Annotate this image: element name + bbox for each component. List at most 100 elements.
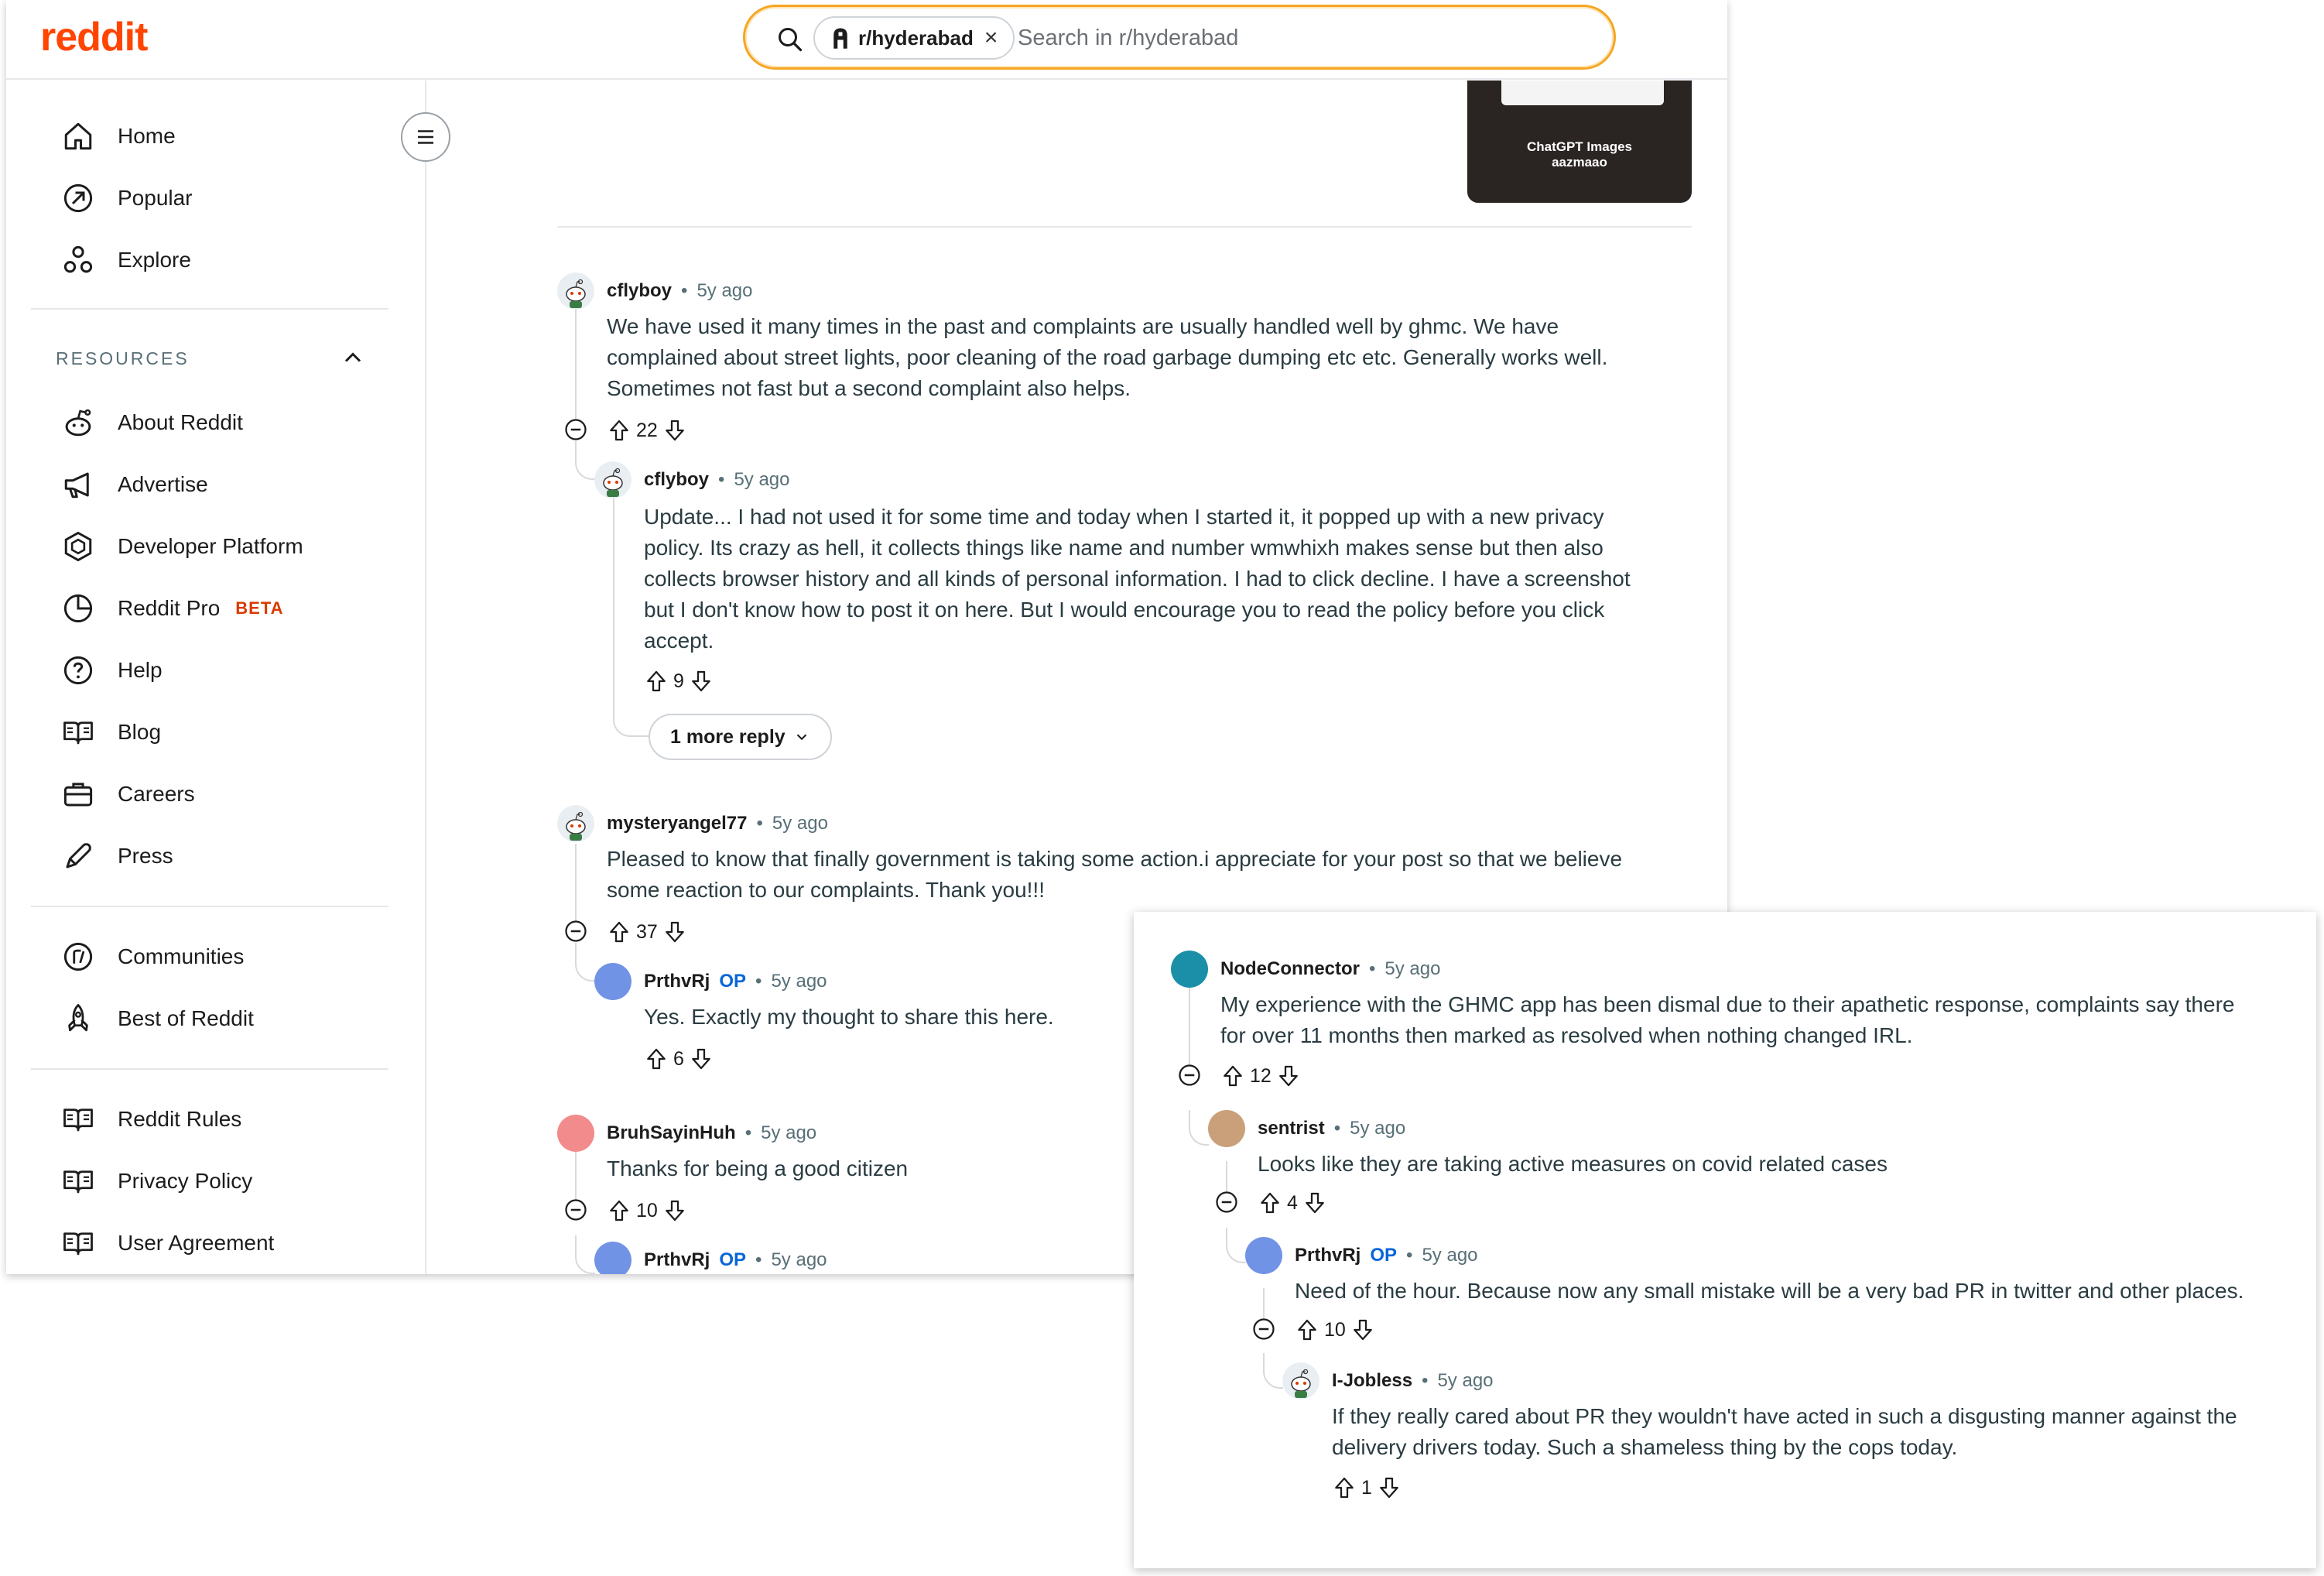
sidebar-item-advertise[interactable]: Advertise — [62, 461, 208, 508]
search-bar[interactable]: r/hyderabad × Search in r/hyderabad — [743, 5, 1616, 70]
op-badge: OP — [719, 1249, 747, 1270]
downvote-icon[interactable] — [662, 920, 687, 944]
downvote-icon[interactable] — [689, 1047, 714, 1071]
username[interactable]: cflyboy — [644, 469, 709, 491]
user-avatar[interactable] — [1171, 951, 1208, 988]
user-avatar[interactable] — [557, 272, 594, 310]
upvote-icon[interactable] — [607, 1198, 631, 1223]
sidebar-item-label: Home — [118, 124, 176, 148]
sidebar-item-about-reddit[interactable]: About Reddit — [62, 399, 243, 446]
sidebar-item-communities[interactable]: Communities — [62, 934, 244, 980]
comment-age[interactable]: 5y ago — [1437, 1370, 1493, 1392]
sidebar-item-home[interactable]: Home — [62, 113, 176, 159]
collapse-thread-icon[interactable] — [1178, 1064, 1201, 1087]
thread-elbow — [1263, 1353, 1283, 1389]
post-image-thumbnail[interactable]: ChatGPT Images aazmaao — [1467, 81, 1692, 203]
collapse-thread-icon[interactable] — [564, 920, 587, 943]
sidebar-item-user-agreement[interactable]: User Agreement — [62, 1220, 274, 1266]
sidebar-item-label: Best of Reddit — [118, 1006, 254, 1030]
sidebar-item-reddit-pro[interactable]: Reddit Pro BETA — [62, 585, 284, 632]
username[interactable]: PrthvRj — [1295, 1245, 1361, 1266]
comment-header: cflyboy • 5y ago — [607, 280, 753, 302]
sidebar-item-reddit-rules[interactable]: Reddit Rules — [62, 1096, 241, 1143]
comment-line: policy. Its crazy as hell, it collects t… — [644, 536, 1604, 560]
user-avatar[interactable] — [594, 963, 631, 1000]
comment-line: Thanks for being a good citizen — [607, 1156, 909, 1180]
sidebar-item-help[interactable]: Help — [62, 647, 163, 694]
username[interactable]: mysteryangel77 — [607, 813, 747, 834]
sidebar-item-careers[interactable]: Careers — [62, 771, 195, 817]
pen-icon — [66, 843, 91, 869]
comment-age[interactable]: 5y ago — [1350, 1118, 1405, 1139]
vote-bar: 12 — [1220, 1062, 1301, 1090]
more-replies-button[interactable]: 1 more reply — [649, 714, 832, 760]
reddit-logo[interactable]: reddit — [40, 14, 148, 60]
comment-age[interactable]: 5y ago — [772, 813, 828, 834]
sidebar-item-popular[interactable]: Popular — [62, 175, 193, 221]
meta-separator: • — [1369, 958, 1376, 979]
downvote-icon[interactable] — [1276, 1064, 1301, 1088]
downvote-icon[interactable] — [1302, 1191, 1327, 1215]
downvote-icon[interactable] — [1377, 1475, 1402, 1500]
sidebar-item-label: User Agreement — [118, 1231, 275, 1255]
upvote-icon[interactable] — [1258, 1191, 1282, 1215]
upvote-icon[interactable] — [607, 920, 631, 944]
sidebar-item-press[interactable]: Press — [62, 833, 173, 879]
comment-header: PrthvRj OP • 5y ago — [1295, 1245, 1478, 1266]
comment-age[interactable]: 5y ago — [771, 971, 827, 992]
collapse-sidebar-button[interactable] — [401, 112, 450, 162]
upvote-icon[interactable] — [1295, 1317, 1319, 1342]
comment-age[interactable]: 5y ago — [734, 469, 789, 491]
comment-body: Update... I had not used it for some tim… — [644, 502, 1631, 656]
comment-age[interactable]: 5y ago — [1422, 1245, 1477, 1266]
comment-age[interactable]: 5y ago — [697, 280, 752, 302]
user-avatar[interactable] — [1245, 1237, 1282, 1274]
subreddit-chip-label: r/hyderabad — [858, 26, 974, 50]
downvote-icon[interactable] — [662, 1198, 687, 1223]
sidebar-item-best-of-reddit[interactable]: Best of Reddit — [62, 995, 254, 1042]
user-avatar[interactable] — [594, 461, 631, 498]
clear-chip-icon[interactable]: × — [984, 25, 998, 51]
comment-age[interactable]: 5y ago — [771, 1249, 827, 1271]
downvote-icon[interactable] — [1350, 1317, 1375, 1342]
username[interactable]: I-Jobless — [1332, 1370, 1412, 1392]
meta-separator: • — [718, 469, 725, 490]
sidebar-item-developer-platform[interactable]: Developer Platform — [62, 523, 303, 570]
collapse-thread-icon[interactable] — [1215, 1191, 1238, 1214]
subreddit-filter-chip[interactable]: r/hyderabad × — [813, 16, 1015, 60]
meta-separator: • — [1422, 1370, 1429, 1391]
collapse-thread-icon[interactable] — [564, 1198, 587, 1221]
sidebar-item-privacy-policy[interactable]: Privacy Policy — [62, 1158, 252, 1204]
chevron-up-icon[interactable] — [339, 344, 367, 372]
user-avatar[interactable] — [557, 1115, 594, 1152]
upvote-icon[interactable] — [644, 669, 669, 694]
upvote-icon[interactable] — [1220, 1064, 1245, 1088]
username[interactable]: sentrist — [1258, 1118, 1325, 1139]
upvote-icon[interactable] — [644, 1047, 669, 1071]
collapse-thread-icon[interactable] — [564, 418, 587, 441]
resources-heading[interactable]: RESOURCES — [56, 348, 190, 369]
vote-bar: 1 — [1332, 1474, 1402, 1502]
search-input[interactable]: Search in r/hyderabad — [1018, 26, 1238, 51]
user-avatar[interactable] — [557, 805, 594, 842]
username[interactable]: PrthvRj — [644, 971, 710, 992]
sidebar-item-blog[interactable]: Blog — [62, 709, 161, 755]
upvote-icon[interactable] — [607, 418, 631, 443]
username[interactable]: NodeConnector — [1220, 958, 1360, 980]
thread-elbow — [1189, 1110, 1209, 1146]
comment-age[interactable]: 5y ago — [761, 1122, 816, 1144]
comment-age[interactable]: 5y ago — [1384, 958, 1440, 980]
downvote-icon[interactable] — [689, 669, 714, 694]
user-avatar[interactable] — [1208, 1110, 1245, 1147]
sidebar-item-explore[interactable]: Explore — [62, 237, 191, 283]
user-avatar[interactable] — [594, 1242, 631, 1274]
user-avatar[interactable] — [1282, 1362, 1319, 1400]
collapse-thread-icon[interactable] — [1252, 1317, 1275, 1341]
username[interactable]: BruhSayinHuh — [607, 1122, 736, 1144]
upvote-icon[interactable] — [1332, 1475, 1357, 1500]
username[interactable]: cflyboy — [607, 280, 672, 302]
downvote-icon[interactable] — [662, 418, 687, 443]
comment-line: collects browser history and all kinds o… — [644, 567, 1631, 591]
username[interactable]: PrthvRj — [644, 1249, 710, 1271]
vote-count: 10 — [636, 1199, 658, 1221]
